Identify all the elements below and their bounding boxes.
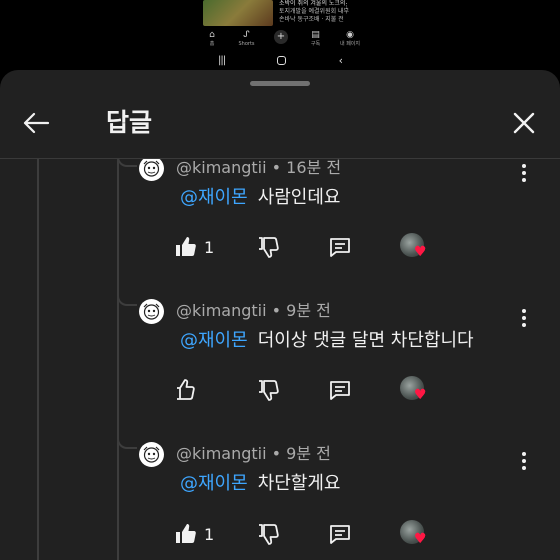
creator-heart-badge: ♥ xyxy=(400,520,430,550)
like-button[interactable]: 1 xyxy=(174,518,214,550)
comment-body: 사람인데요 xyxy=(257,187,341,208)
avatar-image xyxy=(139,299,164,324)
page-title: 답글 xyxy=(106,108,153,137)
avatar-image xyxy=(139,159,164,181)
like-button[interactable]: 1 xyxy=(174,231,214,263)
thumbs-up-filled-icon xyxy=(176,237,196,256)
heart-icon: ♥ xyxy=(414,387,427,403)
replies-sheet: 답글 @kimangtii • 16분 전 @재이몬 사람인데요 1 ♥ @ki… xyxy=(0,70,560,560)
comment-time: 9분 전 xyxy=(286,444,331,463)
like-button[interactable] xyxy=(174,374,204,406)
mention-link[interactable]: @재이몬 xyxy=(180,330,248,351)
comment-text: @재이몬 더이상 댓글 달면 차단합니다 xyxy=(180,328,474,354)
video-more-icon[interactable]: ⋮ xyxy=(343,2,350,10)
comment-icon xyxy=(330,238,350,257)
mention-link[interactable]: @재이몬 xyxy=(180,473,248,494)
heart-icon: ♥ xyxy=(414,531,427,547)
drag-handle[interactable] xyxy=(250,81,310,86)
thumbs-down-icon xyxy=(259,524,279,545)
comment-text: @재이몬 차단할게요 xyxy=(180,471,341,497)
avatar[interactable] xyxy=(139,299,164,324)
close-button[interactable] xyxy=(506,105,542,141)
thread-connector xyxy=(117,437,137,449)
thread-connector xyxy=(117,159,137,167)
reply-thread: @kimangtii • 16분 전 @재이몬 사람인데요 1 ♥ @kiman… xyxy=(0,159,560,560)
arrow-left-icon xyxy=(23,112,50,134)
comment-more-button[interactable] xyxy=(512,161,536,185)
home-icon: ⌂ xyxy=(209,30,215,40)
creator-heart-badge: ♥ xyxy=(400,233,430,263)
video-thumbnail[interactable] xyxy=(203,0,273,26)
bottom-nav: ⌂ 홈 ᔑ Shorts + ▤ 구독 ◉ 내 페이지 xyxy=(198,30,364,48)
comment-actions: 1 ♥ xyxy=(170,231,440,263)
comment-time: 16분 전 xyxy=(286,159,342,177)
system-home-icon[interactable] xyxy=(277,55,287,65)
comment-actions: 1 ♥ xyxy=(170,518,440,550)
nav-create[interactable]: + xyxy=(267,30,295,44)
nav-shorts[interactable]: ᔑ Shorts xyxy=(233,30,261,48)
thumbs-up-filled-icon xyxy=(176,524,196,543)
comment-text: @재이몬 사람인데요 xyxy=(180,185,341,211)
comment-body: 차단할게요 xyxy=(257,473,341,494)
comment-icon xyxy=(330,381,350,400)
system-back-icon[interactable]: ‹ xyxy=(339,54,343,67)
like-count: 1 xyxy=(204,237,215,257)
author-handle[interactable]: @kimangtii xyxy=(176,159,267,177)
video-meta: 손바낙 동구조배 · 지불 전 xyxy=(279,16,344,23)
comment-more-button[interactable] xyxy=(512,449,536,473)
create-icon: + xyxy=(274,30,288,44)
sheet-header: 답글 xyxy=(0,92,560,156)
nav-subscriptions[interactable]: ▤ 구독 xyxy=(302,30,330,48)
reply-button[interactable] xyxy=(328,374,352,406)
comment-meta: @kimangtii • 16분 전 xyxy=(176,159,342,177)
author-handle[interactable]: @kimangtii xyxy=(176,444,267,463)
heart-icon: ♥ xyxy=(414,244,427,260)
reply-comment: @kimangtii • 16분 전 @재이몬 사람인데요 1 ♥ xyxy=(0,159,560,297)
comment-actions: ♥ xyxy=(170,374,440,406)
library-icon: ◉ xyxy=(346,30,354,40)
like-count: 1 xyxy=(204,524,215,544)
avatar[interactable] xyxy=(139,442,164,467)
nav-library[interactable]: ◉ 내 페이지 xyxy=(336,30,364,48)
comment-meta: @kimangtii • 9분 전 xyxy=(176,444,331,463)
comment-icon xyxy=(330,525,350,544)
creator-heart-badge: ♥ xyxy=(400,376,430,406)
subscriptions-icon: ▤ xyxy=(311,30,320,40)
comment-time: 9분 전 xyxy=(286,301,331,320)
comment-meta: @kimangtii • 9분 전 xyxy=(176,301,331,320)
author-handle[interactable]: @kimangtii xyxy=(176,301,267,320)
dislike-button[interactable] xyxy=(256,518,280,550)
dislike-button[interactable] xyxy=(256,374,280,406)
reply-button[interactable] xyxy=(328,231,352,263)
dislike-button[interactable] xyxy=(256,231,280,263)
reply-button[interactable] xyxy=(328,518,352,550)
recents-icon[interactable]: ||| xyxy=(218,55,226,66)
avatar[interactable] xyxy=(139,159,164,181)
thread-connector xyxy=(117,294,137,306)
thumbs-down-icon xyxy=(259,380,279,401)
mention-link[interactable]: @재이몬 xyxy=(180,187,248,208)
avatar-image xyxy=(139,442,164,467)
reply-comment: @kimangtii • 9분 전 @재이몬 더이상 댓글 달면 차단합니다 ♥ xyxy=(0,294,560,440)
comment-body: 더이상 댓글 달면 차단합니다 xyxy=(257,330,474,351)
background-video-peek: 소박이 쥐의 겨울의 노크의 토지개발을 예결위원회 내부 손바낙 동구조배 ·… xyxy=(0,0,560,72)
close-icon xyxy=(513,112,535,134)
nav-home[interactable]: ⌂ 홈 xyxy=(198,30,226,48)
thumbs-down-icon xyxy=(259,237,279,258)
shorts-icon: ᔑ xyxy=(243,30,250,40)
thumbs-up-icon xyxy=(177,379,195,400)
system-nav-bar: ||| ‹ xyxy=(218,52,343,68)
comment-more-button[interactable] xyxy=(512,306,536,330)
reply-comment: @kimangtii • 9분 전 @재이몬 차단할게요 1 ♥ xyxy=(0,437,560,560)
back-button[interactable] xyxy=(18,105,54,141)
